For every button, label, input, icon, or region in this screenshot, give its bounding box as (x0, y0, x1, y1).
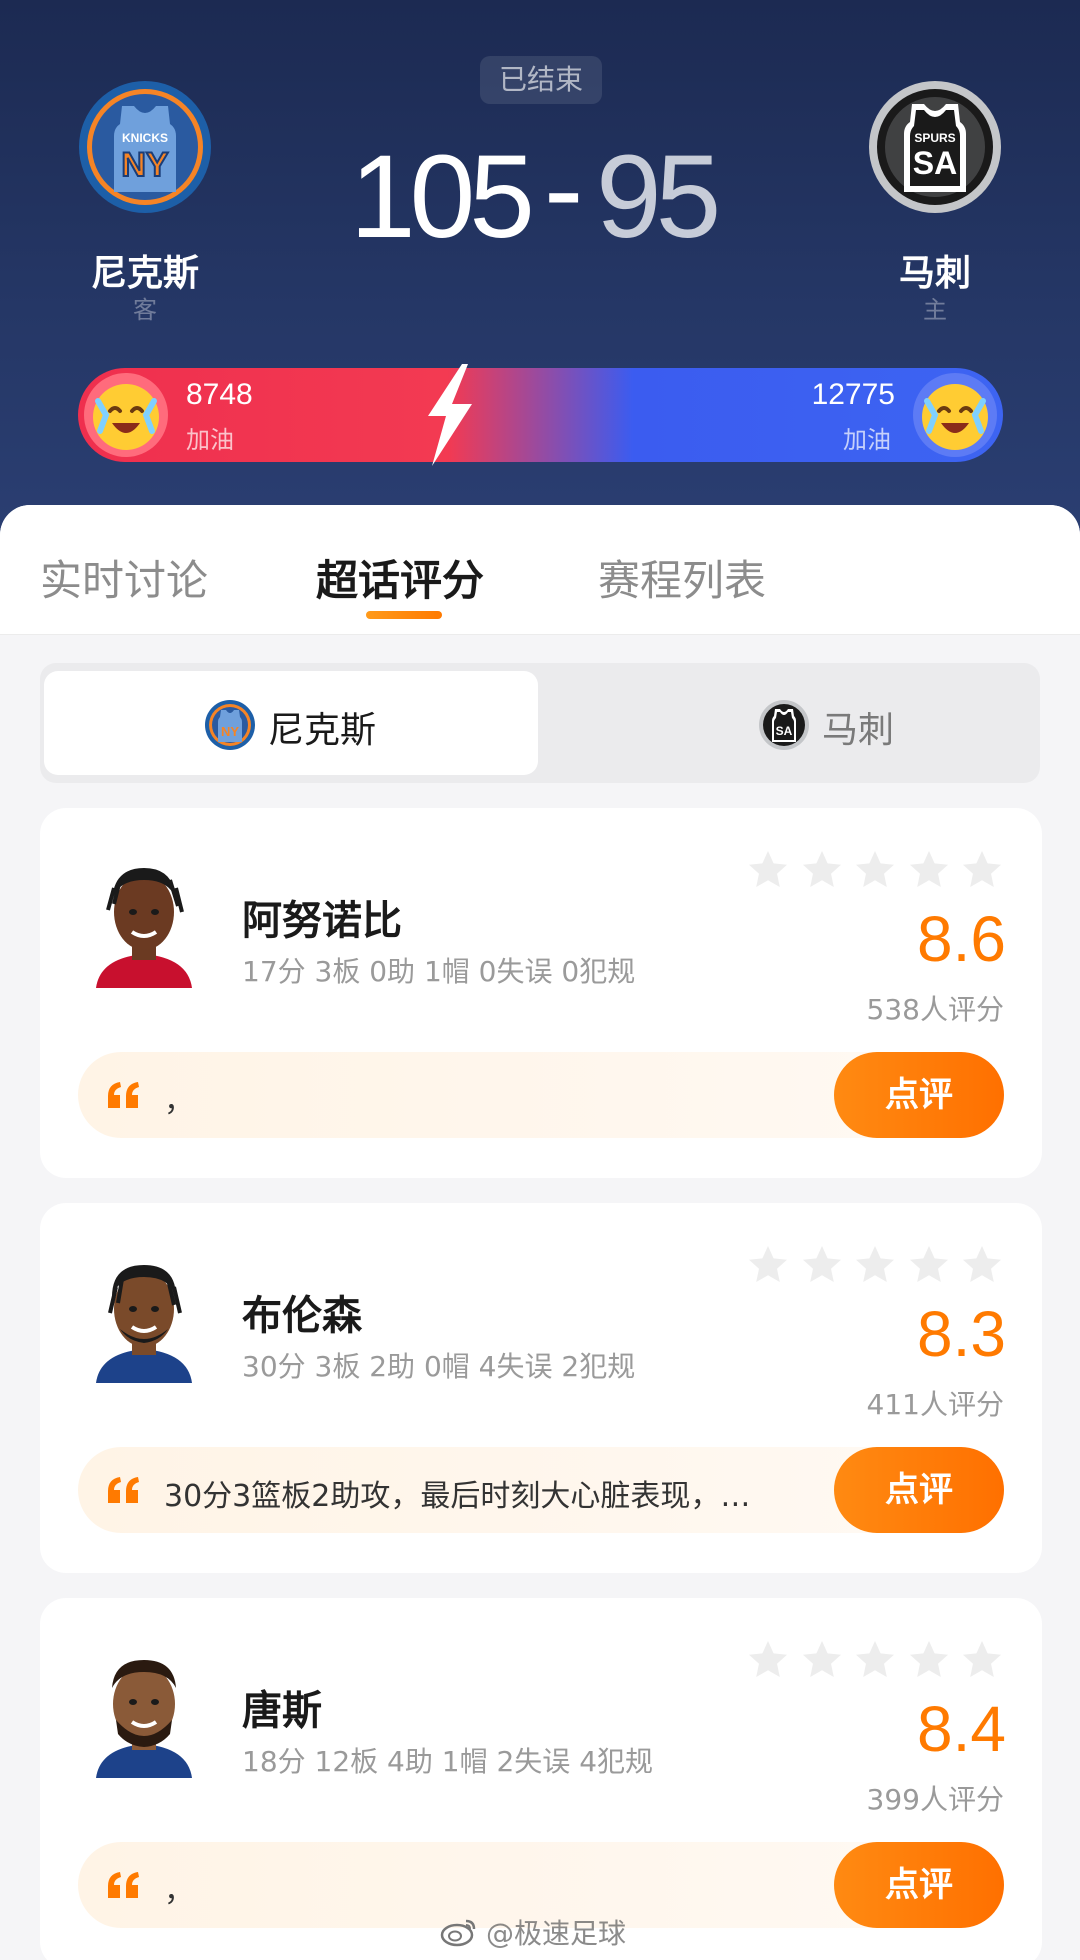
star-icon[interactable] (746, 848, 790, 892)
star-icon[interactable] (907, 1638, 951, 1682)
star-rating[interactable] (746, 1243, 1004, 1287)
player-card[interactable]: 阿努诺比 17分 3板 0助 1帽 0失误 0犯规 8.6 538人评分 ， 点… (40, 808, 1042, 1178)
review-button[interactable]: 点评 (834, 1052, 1004, 1138)
spurs-logo-wordmark: SPURS (914, 131, 955, 145)
tab-ratings[interactable]: 超话评分 (316, 547, 484, 608)
knicks-small-logo-monogram: NY (221, 724, 239, 739)
comment-preview: ， (164, 1874, 194, 1909)
away-cheer-label: 加油 (186, 426, 234, 454)
quote-icon (108, 1082, 139, 1108)
home-cheer-label: 加油 (843, 426, 891, 454)
team-switch: NY 尼克斯 SA 马刺 (40, 663, 1040, 783)
star-icon[interactable] (853, 848, 897, 892)
tab-bar: 实时讨论 超话评分 赛程列表 (0, 505, 1080, 635)
spurs-logo-monogram: SA (913, 145, 957, 181)
tab-live-discussion[interactable]: 实时讨论 (40, 547, 208, 608)
star-icon[interactable] (907, 848, 951, 892)
tab-schedule[interactable]: 赛程列表 (598, 547, 766, 608)
away-cheer-count: 8748 (186, 378, 253, 411)
star-icon[interactable] (853, 1638, 897, 1682)
away-score: 105 (350, 131, 535, 263)
comment-preview: ， (164, 1084, 194, 1119)
match-header: 已结束 KNICKS NY 尼克斯 客 105 - 95 SPURS SA 马刺… (0, 0, 1080, 560)
star-icon[interactable] (960, 848, 1004, 892)
player-avatar (90, 1648, 198, 1778)
active-tab-indicator (366, 611, 442, 619)
home-team-role: 主 (923, 296, 947, 324)
knicks-small-logo-icon: NY (204, 699, 256, 751)
player-stats: 30分 3板 2助 0帽 4失误 2犯规 (242, 1350, 636, 1383)
star-rating[interactable] (746, 848, 1004, 892)
star-icon[interactable] (800, 848, 844, 892)
player-avatar (90, 858, 198, 988)
rating-count: 411人评分 (866, 1388, 1004, 1421)
player-rating: 8.3 (917, 1298, 1006, 1370)
home-cheer-count: 12775 (811, 378, 895, 411)
knicks-logo-icon[interactable]: KNICKS NY (78, 80, 212, 214)
star-icon[interactable] (800, 1243, 844, 1287)
star-icon[interactable] (960, 1638, 1004, 1682)
review-button[interactable]: 点评 (834, 1447, 1004, 1533)
star-icon[interactable] (853, 1243, 897, 1287)
star-rating[interactable] (746, 1638, 1004, 1682)
knicks-logo-wordmark: KNICKS (122, 131, 168, 145)
player-avatar (90, 1253, 198, 1383)
player-card[interactable]: 唐斯 18分 12板 4助 1帽 2失误 4犯规 8.4 399人评分 ， 点评 (40, 1598, 1042, 1960)
player-name: 布伦森 (242, 1293, 362, 1339)
player-stats: 18分 12板 4助 1帽 2失误 4犯规 (242, 1745, 654, 1778)
star-icon[interactable] (960, 1243, 1004, 1287)
cheer-emoji-away-icon[interactable] (82, 371, 170, 459)
player-card[interactable]: 布伦森 30分 3板 2助 0帽 4失误 2犯规 8.3 411人评分 30分3… (40, 1203, 1042, 1573)
away-team-name: 尼克斯 (90, 253, 199, 294)
quote-icon (108, 1477, 139, 1503)
team-switch-label: 马刺 (822, 710, 895, 751)
spurs-logo-icon[interactable]: SPURS SA (868, 80, 1002, 214)
home-score: 95 (596, 131, 721, 263)
player-rating: 8.6 (917, 903, 1006, 975)
review-button[interactable]: 点评 (834, 1842, 1004, 1928)
star-icon[interactable] (746, 1638, 790, 1682)
comment-strip[interactable]: ， 点评 (78, 1052, 1004, 1138)
star-icon[interactable] (800, 1638, 844, 1682)
team-switch-knicks[interactable]: NY 尼克斯 (44, 671, 538, 775)
comment-strip[interactable]: 30分3篮板2助攻，最后时刻大心脏表现，… 点评 (78, 1447, 1004, 1533)
spurs-small-logo-monogram: SA (776, 724, 793, 738)
player-name: 唐斯 (242, 1688, 322, 1734)
score-separator: - (544, 123, 583, 255)
team-switch-label: 尼克斯 (268, 710, 377, 751)
watermark: @极速足球 (440, 1912, 626, 1952)
home-team-name: 马刺 (898, 253, 971, 294)
cheer-bar: 8748 加油 12775 加油 (78, 368, 1003, 462)
star-icon[interactable] (907, 1243, 951, 1287)
weibo-icon (440, 1919, 476, 1947)
knicks-logo-monogram: NY (121, 146, 169, 184)
quote-icon (108, 1872, 139, 1898)
player-rating: 8.4 (917, 1693, 1006, 1765)
away-team-role: 客 (133, 296, 157, 324)
rating-count: 538人评分 (866, 993, 1004, 1026)
match-status-badge: 已结束 (480, 56, 602, 104)
comment-preview: 30分3篮板2助攻，最后时刻大心脏表现，… (164, 1479, 751, 1514)
spurs-small-logo-icon: SA (758, 699, 810, 751)
rating-count: 399人评分 (866, 1783, 1004, 1816)
lightning-bolt-icon (428, 364, 472, 466)
cheer-emoji-home-icon[interactable] (911, 371, 999, 459)
star-icon[interactable] (746, 1243, 790, 1287)
team-switch-spurs[interactable]: SA 马刺 (542, 671, 1036, 775)
player-name: 阿努诺比 (242, 898, 402, 944)
player-stats: 17分 3板 0助 1帽 0失误 0犯规 (242, 955, 636, 988)
watermark-text: @极速足球 (486, 1917, 627, 1950)
